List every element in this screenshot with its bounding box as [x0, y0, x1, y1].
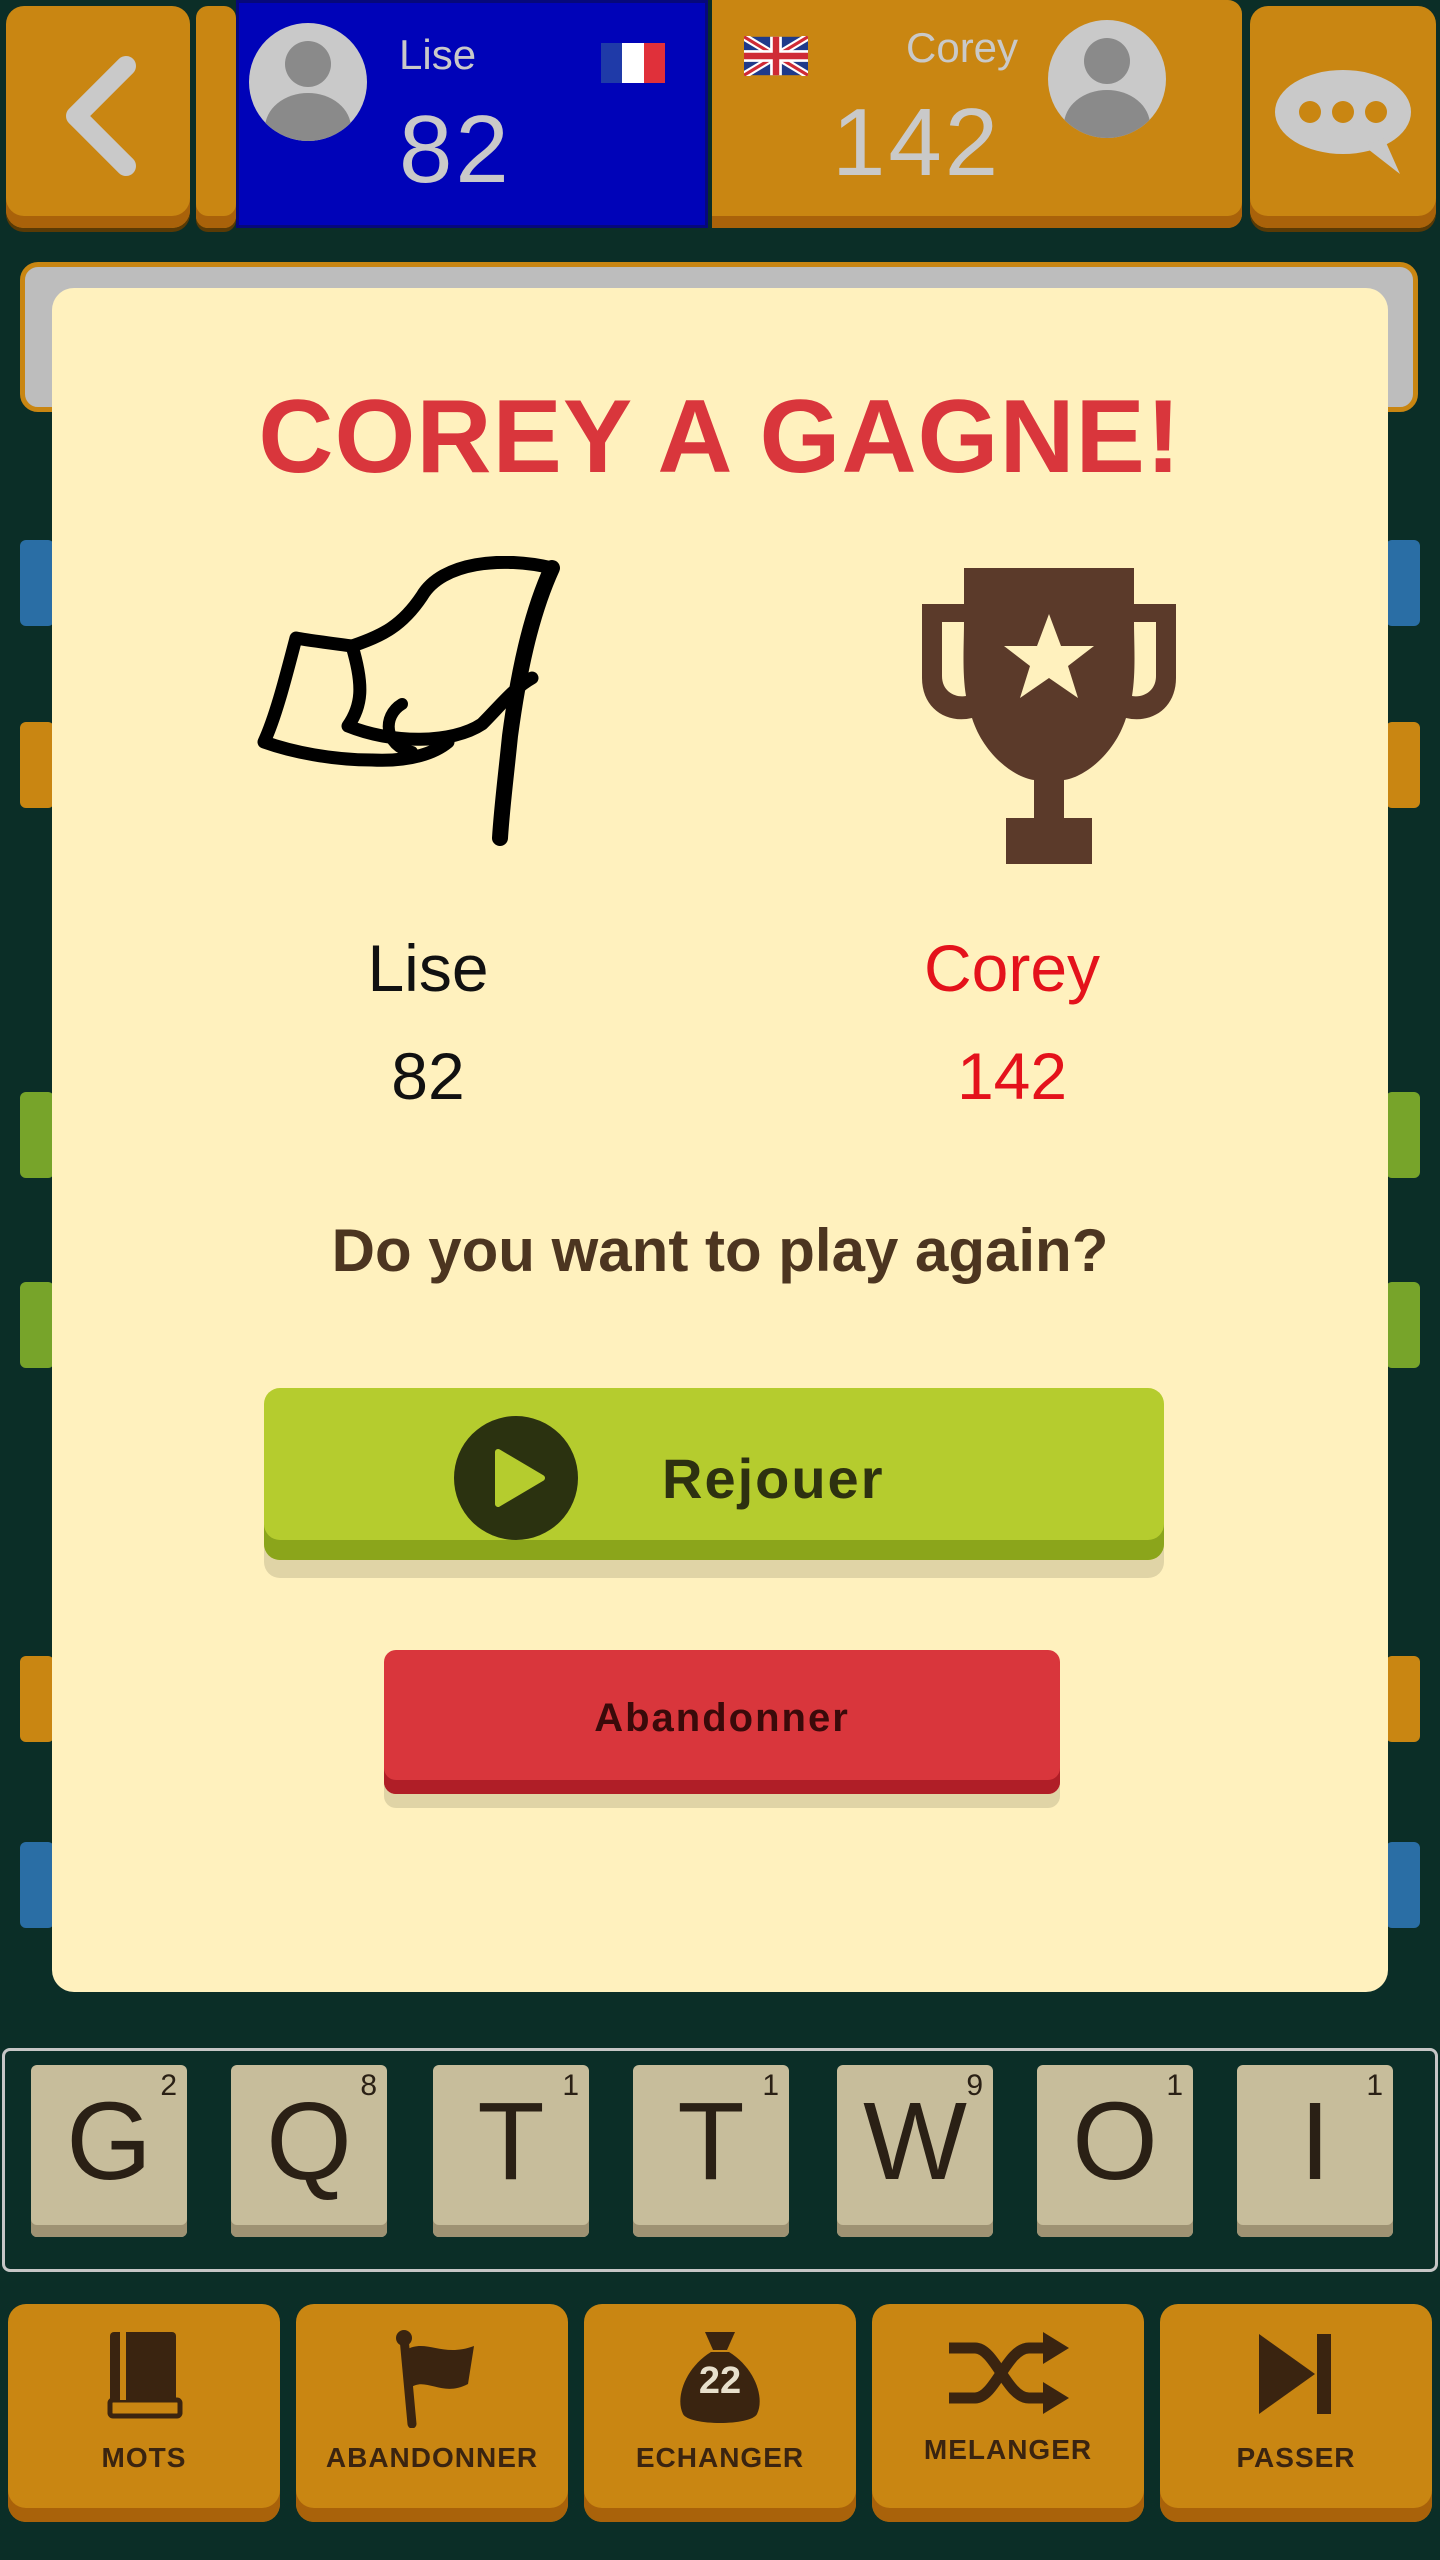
back-button[interactable] [6, 6, 190, 228]
abandon-toolbar-label: ABANDONNER [325, 2442, 539, 2473]
player-score: 82 [399, 96, 512, 203]
board-edge [20, 1092, 54, 1178]
winner-score: 142 [956, 1039, 1068, 1113]
board-edge [20, 722, 54, 808]
player-panel-lise: Lise 82 [236, 0, 708, 228]
replay-label: Rejouer [662, 1447, 885, 1510]
exchange-label: ECHANGER [635, 2442, 805, 2473]
replay-button[interactable]: Rejouer [264, 1388, 1164, 1560]
shuffle-icon [949, 2332, 1069, 2414]
winner-name: Corey [923, 931, 1101, 1005]
board-edge [20, 1656, 54, 1742]
board-edge [1386, 1842, 1420, 1928]
words-label: MOTS [101, 2442, 187, 2473]
top-bar: Lise 82 Corey 142 [0, 0, 1440, 240]
bag-count: 22 [698, 2360, 742, 2402]
tile-points: 1 [1366, 2069, 1383, 2102]
tile-points: 9 [966, 2069, 983, 2102]
rack-tile[interactable]: G 2 [31, 2065, 187, 2237]
tile-letter: Q [266, 2080, 352, 2203]
shuffle-label: MELANGER [923, 2434, 1093, 2465]
rack-tile[interactable]: I 1 [1237, 2065, 1393, 2237]
abandon-label: Abandonner [594, 1696, 850, 1740]
pass-button[interactable]: PASSER [1160, 2304, 1432, 2522]
board-edge [20, 540, 54, 626]
tile-letter: O [1072, 2080, 1158, 2203]
trophy-icon [922, 568, 1176, 864]
tile-letter: W [863, 2080, 967, 2203]
loser-score: 82 [391, 1039, 465, 1113]
avatar [249, 23, 367, 141]
tile-points: 1 [1166, 2069, 1183, 2102]
back-arrow-icon [66, 56, 136, 176]
skip-icon [1259, 2334, 1331, 2414]
board-edge [1386, 722, 1420, 808]
rack-tile[interactable]: O 1 [1037, 2065, 1193, 2237]
board-edge [20, 1282, 54, 1368]
player-panel-corey: Corey 142 [712, 0, 1242, 228]
white-flag-icon [257, 556, 560, 846]
france-flag-icon [601, 43, 665, 83]
uk-flag-icon [744, 36, 808, 76]
chat-button[interactable] [1250, 6, 1436, 228]
avatar [1048, 20, 1166, 138]
pass-label: PASSER [1236, 2442, 1356, 2473]
tile-rack: G 2 Q 8 T 1 T 1 W 9 O 1 I 1 [2, 2048, 1438, 2272]
book-icon [107, 2332, 183, 2419]
player-score: 142 [832, 89, 1002, 196]
words-button[interactable]: MOTS [8, 2304, 280, 2522]
flag-icon [396, 2330, 474, 2428]
player-name: Lise [399, 31, 477, 78]
chat-bubble-icon [1275, 70, 1411, 174]
board-edge [1386, 1282, 1420, 1368]
tile-letter: T [677, 2080, 745, 2203]
rack-tile[interactable]: T 1 [433, 2065, 589, 2237]
tile-letter: G [66, 2080, 152, 2203]
abandon-button[interactable]: Abandonner [384, 1650, 1060, 1794]
play-again-question: Do you want to play again? [331, 1217, 1109, 1284]
tile-letter: I [1299, 2080, 1331, 2203]
tile-points: 8 [360, 2069, 377, 2102]
rack-tile[interactable]: Q 8 [231, 2065, 387, 2237]
loser-name: Lise [367, 931, 489, 1005]
board-edge [1386, 540, 1420, 626]
shuffle-button[interactable]: MELANGER [872, 2304, 1144, 2522]
board-edge [20, 1842, 54, 1928]
rack-tile[interactable]: T 1 [633, 2065, 789, 2237]
game-over-dialog: COREY A GAGNE! Lise 82 Corey 142 Do you … [52, 288, 1388, 1992]
play-icon [454, 1416, 578, 1540]
tile-points: 1 [562, 2069, 579, 2102]
board-edge [1386, 1092, 1420, 1178]
tile-points: 2 [160, 2069, 177, 2102]
board-edge [1386, 1656, 1420, 1742]
tile-letter: T [477, 2080, 545, 2203]
dialog-title: COREY A GAGNE! [258, 379, 1182, 495]
toolbar-abandon-button[interactable]: ABANDONNER [296, 2304, 568, 2522]
panel-edge [196, 6, 236, 228]
exchange-button[interactable]: 22 ECHANGER [584, 2304, 856, 2522]
player-name: Corey [906, 24, 1019, 71]
tile-points: 1 [762, 2069, 779, 2102]
rack-tile[interactable]: W 9 [837, 2065, 993, 2237]
